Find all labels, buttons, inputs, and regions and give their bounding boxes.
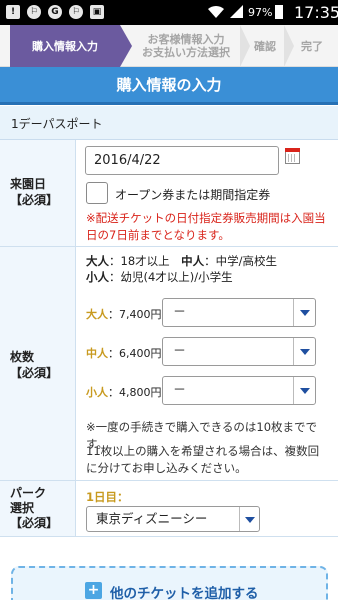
park-day-label: 1日目： — [86, 490, 129, 504]
age-info-line1: 大人：18才以上 中人：中学/高校生 — [86, 253, 277, 269]
age-junior-def: ：中学/高校生 — [204, 254, 278, 268]
child-price: ：4,800円 — [108, 386, 162, 399]
progress-steps: 購入情報入力 お客様情報入力 お支払い方法選択 確認 完了 — [0, 25, 338, 67]
quantity-label: 枚数 — [10, 350, 35, 364]
park-label-cell: パーク選択 【必須】 — [0, 481, 76, 536]
age-adult-def: ：18才以上 — [109, 254, 182, 268]
junior-price: ：6,400円 — [108, 347, 162, 360]
screen: ! ⚐ G ⚐ ▣ 97% 17:35 購入情報入力 お客様情報入力 お支払い方… — [0, 0, 338, 600]
google-icon: G — [48, 5, 62, 19]
age-adult-term: 大人 — [86, 254, 109, 268]
step-arrow — [120, 25, 132, 67]
age-info: 大人：18才以上 中人：中学/高校生 小人：幼児(4才以上)/小学生 — [86, 253, 277, 285]
open-ticket-label[interactable]: オープン券または期間指定券 — [115, 186, 270, 203]
junior-type: 中人 — [86, 347, 108, 360]
delivery-notice: ※配送チケットの日付指定券販売期間は入園当日の7日前までとなります。 — [86, 211, 326, 242]
visit-date-label: 来園日 — [10, 177, 47, 191]
select-value: － — [173, 344, 187, 359]
step-label: お客様情報入力 お支払い方法選択 — [142, 33, 230, 59]
step-arrow — [284, 25, 294, 67]
step-complete: 完了 — [296, 25, 328, 67]
calendar-icon[interactable] — [285, 148, 300, 164]
multiple-purchase-note: 11枚以上の購入を希望される場合は、複数回に分けてお申し込みください。 — [86, 444, 320, 475]
status-bar: ! ⚐ G ⚐ ▣ 97% 17:35 — [0, 0, 338, 25]
select-value: － — [173, 383, 187, 398]
open-ticket-checkbox[interactable] — [86, 182, 108, 204]
visit-date-input[interactable]: 2016/4/22 — [85, 146, 279, 175]
add-ticket-label: 他のチケットを追加する — [110, 586, 259, 600]
step-arrow — [240, 25, 250, 67]
park-select[interactable]: 東京ディズニーシー — [86, 506, 260, 532]
age-child-def: ：幼児(4才以上)/小学生 — [109, 270, 233, 284]
select-value: － — [173, 305, 187, 320]
step-label: 購入情報入力 — [32, 39, 98, 53]
required-badge: 【必須】 — [10, 366, 59, 380]
runner-icon: ⚐ — [69, 5, 83, 19]
battery-icon — [275, 5, 283, 19]
step-purchase-info: 購入情報入力 — [10, 25, 120, 67]
adult-type: 大人 — [86, 308, 108, 321]
junior-quantity-select[interactable]: － — [162, 337, 316, 366]
junior-price-label: 中人：6,400円 — [86, 345, 162, 361]
required-badge: 【必須】 — [10, 516, 59, 530]
age-child-term: 小人 — [86, 270, 109, 284]
step-label: 確認 — [254, 39, 276, 53]
chevron-down-icon — [293, 338, 315, 365]
chevron-down-icon — [293, 377, 315, 404]
step-label: 完了 — [301, 39, 323, 53]
age-junior-term: 中人 — [181, 254, 205, 268]
wifi-icon — [208, 5, 224, 18]
select-value: 東京ディズニーシー — [96, 511, 208, 526]
step-confirm: 確認 — [250, 25, 280, 67]
quantity-label-cell: 枚数 【必須】 — [0, 247, 76, 480]
adult-price-label: 大人：7,400円 — [86, 306, 162, 322]
ticket-name: 1デーパスポート — [11, 117, 103, 131]
child-quantity-select[interactable]: － — [162, 376, 316, 405]
plus-icon: + — [85, 582, 102, 599]
park-label: パーク選択 — [10, 486, 47, 515]
sim-icon: ! — [6, 5, 20, 19]
step-customer-info: お客様情報入力 お支払い方法選択 — [132, 25, 240, 67]
signal-icon — [230, 5, 243, 18]
page-title-bar: 購入情報の入力 — [0, 67, 338, 105]
chevron-down-icon — [239, 507, 259, 531]
chevron-down-icon — [293, 299, 315, 326]
add-ticket-button[interactable]: + 他のチケットを追加する — [11, 566, 328, 600]
child-price-label: 小人：4,800円 — [86, 384, 162, 400]
adult-price: ：7,400円 — [108, 308, 162, 321]
child-type: 小人 — [86, 386, 108, 399]
visit-date-label-cell: 来園日 【必須】 — [0, 140, 76, 246]
ticket-section-header: 1デーパスポート — [0, 106, 338, 140]
required-badge: 【必須】 — [10, 193, 59, 207]
battery-percent: 97% — [248, 6, 273, 19]
adult-quantity-select[interactable]: － — [162, 298, 316, 327]
clock: 17:35 — [294, 3, 338, 22]
runner-icon: ⚐ — [27, 5, 41, 19]
age-info-line2: 小人：幼児(4才以上)/小学生 — [86, 269, 277, 285]
photo-icon: ▣ — [90, 5, 104, 19]
page-title: 購入情報の入力 — [116, 76, 222, 94]
